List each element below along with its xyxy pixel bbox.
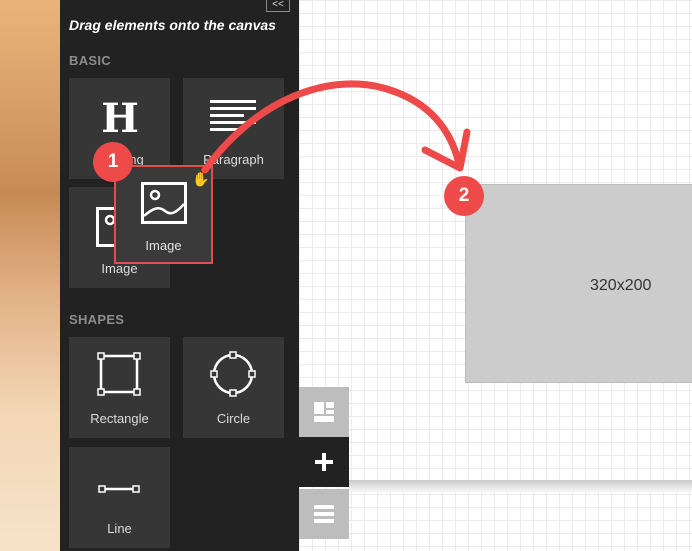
menu-icon bbox=[314, 505, 334, 523]
layout-button[interactable] bbox=[299, 387, 349, 437]
add-element-button[interactable] bbox=[299, 437, 349, 487]
step-badge-2: 2 bbox=[444, 176, 484, 216]
menu-button[interactable] bbox=[299, 489, 349, 539]
step-badge-1: 1 bbox=[93, 142, 133, 182]
layout-icon bbox=[314, 402, 334, 422]
add-icon bbox=[315, 453, 333, 471]
